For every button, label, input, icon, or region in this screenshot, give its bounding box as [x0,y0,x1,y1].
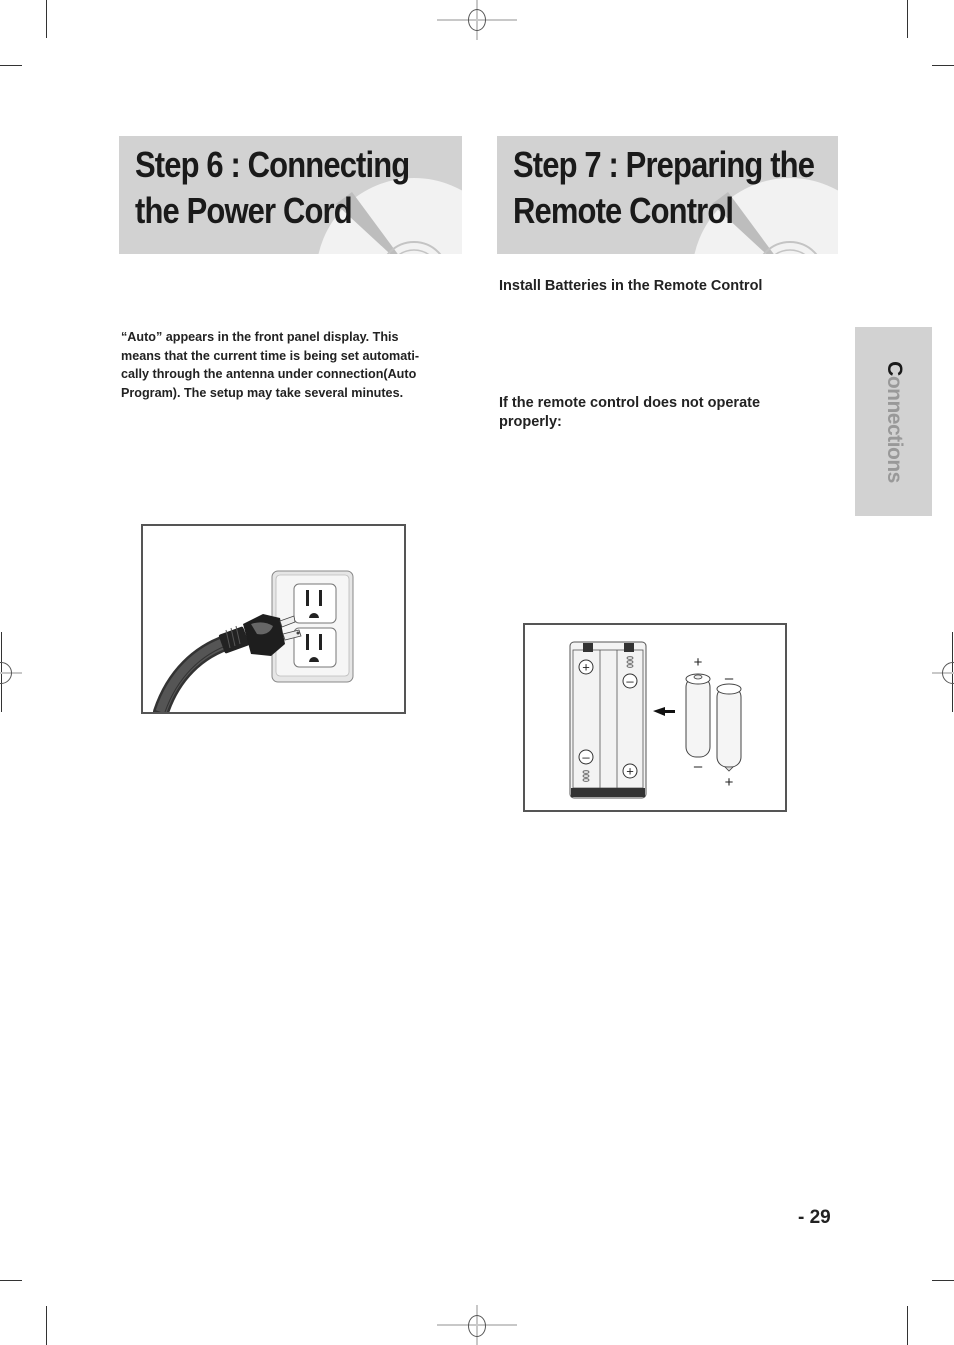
step6-title: Step 6 : Connecting the Power Cord [135,142,410,234]
registration-circle-icon [468,1315,486,1337]
troubleshooting-heading: If the remote control does not operate p… [499,395,761,430]
page-number: - 29 [798,1207,831,1228]
crop-mark [0,65,22,66]
minus-label: – [725,670,734,687]
battery-illustration: + – – + + – – + [523,623,787,812]
crop-mark [0,1280,22,1281]
step7-header: Step 7 : Preparing the Remote Control [497,136,838,254]
registration-circle-icon [942,662,954,684]
step6-title-line1: Step 6 : Connecting [135,144,410,185]
note-line: “Auto” appears in the front panel displa… [121,330,399,344]
note-line: means that the current time is being set… [121,348,420,363]
step7-title-line1: Step 7 : Preparing the [513,144,815,185]
minus-symbol: – [626,674,634,689]
plus-symbol: + [582,660,590,675]
crop-mark [46,0,47,38]
section-tab-label-rest: onnections [882,375,906,483]
plus-label: + [694,654,703,671]
step7-title-line2: Remote Control [513,190,734,231]
crop-mark [907,0,908,38]
step7-title: Step 7 : Preparing the Remote Control [513,142,815,234]
registration-circle-icon [468,9,486,31]
step6-title-line2: the Power Cord [135,190,353,231]
registration-circle-icon [0,662,12,684]
section-tab-label-initial: C [882,361,906,376]
minus-symbol: – [582,750,590,765]
power-cord-illustration [141,524,406,720]
crop-mark [932,65,954,66]
battery-compartment-icon: + – – + + – – + [569,641,742,799]
plus-symbol: + [626,764,634,779]
plug-and-outlet-icon [153,570,354,720]
step6-header: Step 6 : Connecting the Power Cord [119,136,462,254]
install-batteries-heading: Install Batteries in the Remote Control [499,278,763,294]
minus-label: – [694,758,703,775]
auto-program-note: “Auto” appears in the front panel displa… [121,328,451,402]
section-tab-connections: Connections [855,327,932,516]
insert-arrow-icon [653,707,675,716]
note-line: cally through the antenna under connecti… [121,367,417,381]
section-tab-label: Connections [882,361,906,483]
crop-mark [907,1306,908,1345]
crop-mark [932,1280,954,1281]
plus-label: + [725,774,734,791]
note-line: Program). The setup may take several min… [121,385,404,400]
crop-mark [46,1306,47,1345]
